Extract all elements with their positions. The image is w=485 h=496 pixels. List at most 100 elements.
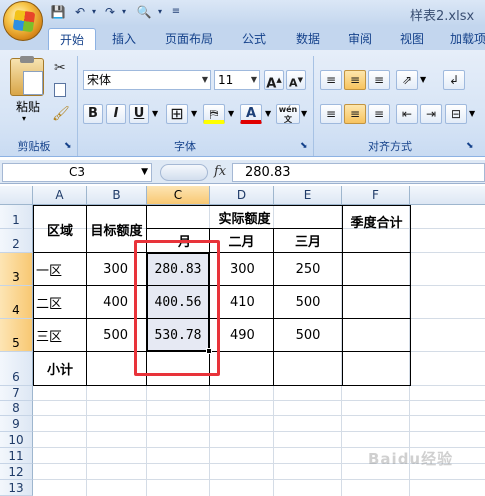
name-box[interactable]: C3 ▼: [2, 163, 152, 182]
formula-splitter-handle[interactable]: [160, 164, 208, 181]
row-header-8[interactable]: 8: [0, 401, 33, 416]
cell-f3[interactable]: [342, 252, 411, 286]
bold-button[interactable]: B: [83, 104, 103, 124]
cell-e5[interactable]: 500: [273, 318, 343, 352]
row-header-12[interactable]: 12: [0, 464, 33, 480]
row-header-5[interactable]: 5: [0, 319, 33, 352]
font-name-dropdown-icon[interactable]: ▼: [202, 71, 208, 89]
tab-review[interactable]: 审阅: [348, 29, 372, 50]
column-header-a[interactable]: A: [33, 186, 87, 205]
tab-view[interactable]: 视图: [400, 29, 424, 50]
align-left-icon[interactable]: ≡: [320, 104, 342, 124]
decrease-indent-icon[interactable]: ⇤: [396, 104, 418, 124]
office-button[interactable]: [3, 1, 43, 41]
cell-e4[interactable]: 500: [273, 285, 343, 319]
orientation-icon[interactable]: ⇗: [396, 70, 418, 90]
borders-dropdown-icon[interactable]: ▼: [191, 109, 197, 118]
cell-e3[interactable]: 250: [273, 252, 343, 286]
cell-c1-actual-header[interactable]: 实际额度: [146, 205, 343, 229]
font-color-dropdown-icon[interactable]: ▼: [265, 109, 271, 118]
font-name-combo[interactable]: 宋体 ▼: [83, 70, 211, 90]
fill-color-dropdown-icon[interactable]: ▼: [228, 109, 234, 118]
grow-font-button[interactable]: A▲: [264, 70, 284, 91]
tab-page-layout[interactable]: 页面布局: [165, 29, 213, 50]
align-top-icon[interactable]: ≡: [320, 70, 342, 90]
print-dropdown-icon[interactable]: ▾: [152, 4, 168, 20]
font-size-combo[interactable]: 11 ▼: [214, 70, 260, 90]
cell-f5[interactable]: [342, 318, 411, 352]
align-center-icon[interactable]: ≡: [344, 104, 366, 124]
cell-a4[interactable]: 二区: [33, 285, 87, 319]
row-header-11[interactable]: 11: [0, 448, 33, 464]
select-all-corner[interactable]: [0, 186, 33, 205]
column-header-c[interactable]: C: [147, 186, 210, 205]
cell-a5[interactable]: 三区: [33, 318, 87, 352]
wrap-text-icon[interactable]: ↲: [443, 70, 465, 90]
font-size-dropdown-icon[interactable]: ▼: [251, 71, 257, 89]
cell-a1-region-header[interactable]: 区域: [33, 205, 87, 253]
phonetic-dropdown-icon[interactable]: ▼: [301, 109, 307, 118]
row-header-13[interactable]: 13: [0, 480, 33, 496]
tab-addins[interactable]: 加载项: [450, 29, 485, 50]
format-painter-icon[interactable]: 🖌: [52, 106, 70, 122]
fill-color-icon[interactable]: ⛿: [203, 104, 225, 124]
row-header-6[interactable]: 6: [0, 352, 33, 386]
column-header-g[interactable]: [410, 186, 485, 205]
merge-dropdown-icon[interactable]: ▼: [469, 109, 475, 118]
column-header-f[interactable]: F: [342, 186, 410, 205]
shrink-font-button[interactable]: A▼: [286, 70, 306, 90]
paste-button[interactable]: 粘贴: [8, 98, 48, 115]
row-header-7[interactable]: 7: [0, 386, 33, 401]
cell-f4[interactable]: [342, 285, 411, 319]
clipboard-launcher-icon[interactable]: ⬊: [64, 141, 72, 151]
office-logo-icon: [12, 9, 36, 33]
underline-dropdown-icon[interactable]: ▼: [152, 109, 158, 118]
cut-icon[interactable]: ✂: [54, 60, 66, 76]
name-box-dropdown-icon[interactable]: ▼: [141, 164, 148, 181]
cell-e2-mar[interactable]: 三月: [273, 228, 343, 253]
column-header-b[interactable]: B: [87, 186, 147, 205]
row-header-3[interactable]: 3: [0, 253, 33, 286]
row-header-10[interactable]: 10: [0, 432, 33, 448]
paste-icon[interactable]: [10, 56, 44, 96]
insert-function-button[interactable]: fx: [214, 164, 226, 179]
underline-button[interactable]: U: [129, 104, 149, 124]
merge-center-icon[interactable]: ⊟: [445, 104, 467, 124]
save-icon[interactable]: 💾: [50, 4, 66, 20]
row-header-4[interactable]: 4: [0, 286, 33, 319]
cell-f6[interactable]: [342, 351, 411, 386]
cell-f1-quarter-total-header[interactable]: 季度合计: [342, 205, 411, 253]
cell-a6-subtotal[interactable]: 小计: [33, 351, 87, 386]
align-bottom-icon[interactable]: ≡: [368, 70, 390, 90]
borders-icon[interactable]: ⊞: [166, 104, 188, 124]
cell-a3[interactable]: 一区: [33, 252, 87, 286]
font-launcher-icon[interactable]: ⬊: [300, 141, 308, 151]
row-header-1[interactable]: 1: [0, 205, 33, 229]
tab-insert[interactable]: 插入: [112, 29, 136, 50]
customize-icon[interactable]: ≡: [168, 4, 184, 20]
column-header-e[interactable]: E: [274, 186, 342, 205]
tab-formulas[interactable]: 公式: [242, 29, 266, 50]
undo-dropdown-icon[interactable]: ▾: [86, 4, 102, 20]
row-header-2[interactable]: 2: [0, 229, 33, 253]
redo-dropdown-icon[interactable]: ▾: [116, 4, 132, 20]
tab-data[interactable]: 数据: [296, 29, 320, 50]
font-color-button[interactable]: A: [240, 104, 262, 124]
italic-button[interactable]: I: [106, 104, 126, 124]
copy-icon[interactable]: [54, 83, 66, 97]
align-right-icon[interactable]: ≡: [368, 104, 390, 124]
document-title: 样表2.xlsx: [410, 9, 475, 24]
phonetic-guide-button[interactable]: wén 文: [276, 104, 300, 124]
align-middle-icon[interactable]: ≡: [344, 70, 366, 90]
alignment-launcher-icon[interactable]: ⬊: [466, 141, 474, 151]
orientation-dropdown-icon[interactable]: ▼: [420, 75, 426, 84]
paste-dropdown-icon[interactable]: ▾: [22, 114, 26, 123]
row-header-9[interactable]: 9: [0, 416, 33, 432]
tab-home[interactable]: 开始: [48, 28, 96, 51]
font-size-value: 11: [218, 73, 234, 87]
print-preview-icon[interactable]: 🔍: [136, 4, 152, 20]
increase-indent-icon[interactable]: ⇥: [420, 104, 442, 124]
cell-e6[interactable]: [273, 351, 343, 386]
column-header-d[interactable]: D: [210, 186, 274, 205]
formula-input[interactable]: 280.83: [232, 163, 485, 182]
